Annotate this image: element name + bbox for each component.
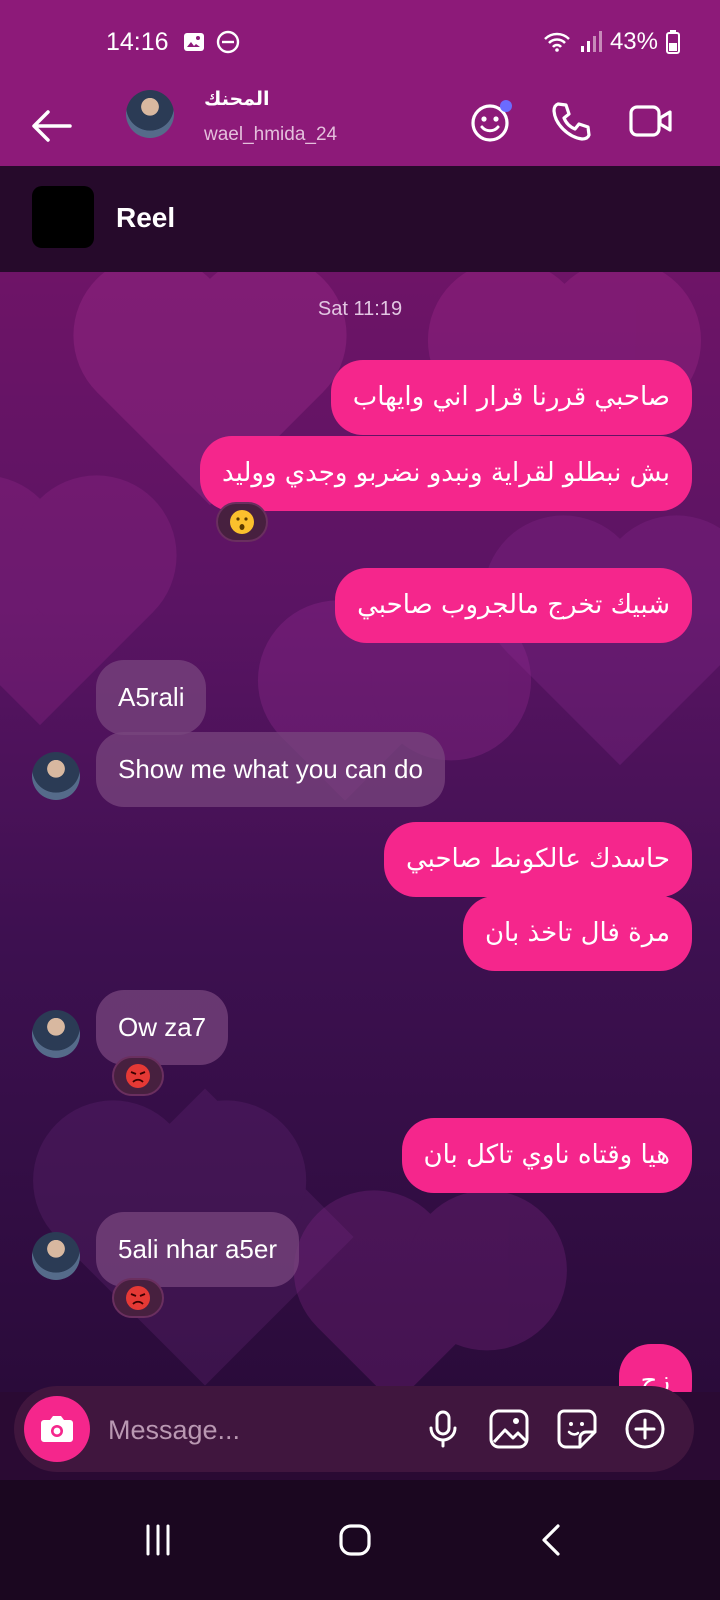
contact-handle[interactable]: wael_hmida_24 xyxy=(204,124,337,146)
message-bubble-incoming[interactable]: Ow za7 xyxy=(96,990,229,1066)
message-bubble-outgoing[interactable]: صاحبي قررنا قرار اني وايهاب xyxy=(330,360,692,436)
chat-header: المحنك wael_hmida_24 xyxy=(0,88,720,166)
do-not-disturb-icon xyxy=(216,30,240,54)
add-icon[interactable] xyxy=(622,1406,668,1452)
video-call-icon[interactable] xyxy=(626,96,676,146)
angry-emoji-icon xyxy=(126,1064,150,1088)
message-bubble-outgoing[interactable]: زح xyxy=(618,1344,692,1392)
home-icon[interactable] xyxy=(325,1510,385,1570)
message-composer xyxy=(14,1386,694,1472)
status-time: 14:16 xyxy=(106,28,169,56)
reaction-angry[interactable] xyxy=(112,1278,164,1318)
camera-button[interactable] xyxy=(24,1396,90,1462)
message-bubble-outgoing[interactable]: بش نبطلو لقراية ونبدو نضربو وجدي ووليد xyxy=(199,436,692,512)
recent-apps-icon[interactable] xyxy=(128,1510,188,1570)
message-input[interactable] xyxy=(106,1400,400,1460)
effects-button[interactable] xyxy=(466,96,516,146)
message-bubble-incoming[interactable]: Show me what you can do xyxy=(96,732,445,808)
system-nav-bar xyxy=(0,1480,720,1600)
background-heart xyxy=(317,1249,473,1392)
message-bubble-outgoing[interactable]: شبيك تخرج مالجروب صاحبي xyxy=(335,568,692,644)
camera-icon xyxy=(41,1416,73,1442)
message-bubble-incoming[interactable]: 5ali nhar a5er xyxy=(96,1212,299,1288)
reaction-surprised[interactable] xyxy=(216,502,268,542)
back-arrow-icon[interactable] xyxy=(26,100,78,152)
gallery-icon[interactable] xyxy=(486,1406,532,1452)
back-icon[interactable] xyxy=(522,1510,582,1570)
message-bubble-outgoing[interactable]: مرة فال تاخذ بان xyxy=(462,896,692,972)
reaction-angry[interactable] xyxy=(112,1056,164,1096)
status-icons-left xyxy=(182,30,240,54)
wifi-icon xyxy=(544,32,570,52)
status-bar: 14:16 43% xyxy=(0,0,720,88)
sticker-icon[interactable] xyxy=(554,1406,600,1452)
contact-name[interactable]: المحنك xyxy=(204,88,270,111)
microphone-icon[interactable] xyxy=(420,1406,466,1452)
shared-reel-bar[interactable]: Reel xyxy=(0,166,720,272)
contact-avatar[interactable] xyxy=(126,90,174,138)
sender-avatar[interactable] xyxy=(32,1010,80,1058)
signal-icon xyxy=(580,31,602,52)
reel-thumbnail[interactable] xyxy=(32,186,94,248)
chat-area[interactable]: Sat 11:19 صاحبي قررنا قرار اني وايهاب بش… xyxy=(0,272,720,1392)
angry-emoji-icon xyxy=(126,1286,150,1310)
reel-label: Reel xyxy=(116,202,176,233)
battery-percent: 43% xyxy=(609,28,658,55)
gallery-notification-icon xyxy=(184,33,204,51)
message-bubble-outgoing[interactable]: هيا وقتاه ناوي تاكل بان xyxy=(401,1118,692,1194)
sender-avatar[interactable] xyxy=(32,752,80,800)
message-bubble-incoming[interactable]: A5rali xyxy=(96,660,207,736)
message-bubble-outgoing[interactable]: حاسدك عالكونط صاحبي xyxy=(383,822,692,898)
new-indicator-dot xyxy=(500,100,512,112)
sender-avatar[interactable] xyxy=(32,1232,80,1280)
phone-call-icon[interactable] xyxy=(546,96,596,146)
surprised-emoji-icon xyxy=(230,510,254,534)
battery-icon xyxy=(666,30,680,54)
status-right: 43% xyxy=(542,28,680,56)
message-timestamp: Sat 11:19 xyxy=(317,298,403,320)
